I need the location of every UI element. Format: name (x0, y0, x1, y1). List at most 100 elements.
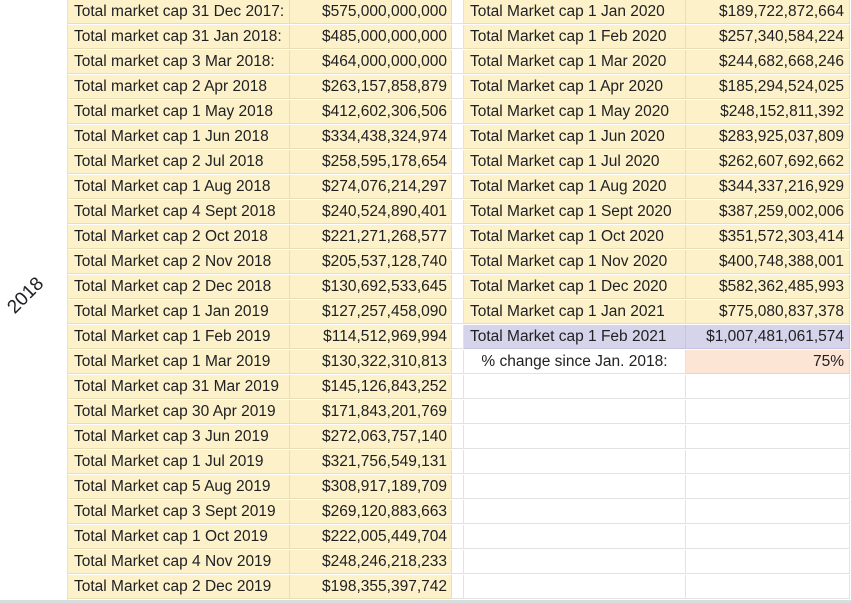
right-market-cap-cell[interactable]: $244,682,668,246 (686, 50, 850, 74)
left-date-label-cell[interactable]: Total Market cap 1 Jan 2019 (68, 300, 290, 324)
left-date-label-cell[interactable]: Total Market cap 2 Dec 2019 (68, 575, 290, 599)
empty-cell[interactable] (686, 450, 850, 474)
right-date-label-cell[interactable]: Total Market cap 1 Apr 2020 (464, 75, 686, 99)
left-date-label-cell[interactable]: Total Market cap 1 Oct 2019 (68, 525, 290, 549)
empty-cell[interactable] (464, 525, 686, 549)
spacer-cell[interactable] (452, 400, 464, 424)
left-date-label-cell[interactable]: Total Market cap 3 Jun 2019 (68, 425, 290, 449)
spacer-cell[interactable] (452, 200, 464, 224)
empty-cell[interactable] (464, 375, 686, 399)
spacer-cell[interactable] (452, 350, 464, 374)
spacer-cell[interactable] (452, 0, 464, 24)
spacer-cell[interactable] (452, 100, 464, 124)
right-market-cap-cell[interactable]: $262,607,692,662 (686, 150, 850, 174)
empty-cell[interactable] (686, 500, 850, 524)
empty-cell[interactable] (464, 400, 686, 424)
right-market-cap-cell[interactable]: $185,294,524,025 (686, 75, 850, 99)
left-market-cap-cell[interactable]: $272,063,757,140 (290, 425, 452, 449)
left-date-label-cell[interactable]: Total Market cap 2 Dec 2018 (68, 275, 290, 299)
left-market-cap-cell[interactable]: $575,000,000,000 (290, 0, 452, 24)
spacer-cell[interactable] (452, 225, 464, 249)
empty-cell[interactable] (686, 425, 850, 449)
spacer-cell[interactable] (452, 500, 464, 524)
spacer-cell[interactable] (452, 75, 464, 99)
empty-cell[interactable] (464, 500, 686, 524)
left-market-cap-cell[interactable]: $130,692,533,645 (290, 275, 452, 299)
left-market-cap-cell[interactable]: $145,126,843,252 (290, 375, 452, 399)
left-market-cap-cell[interactable]: $308,917,189,709 (290, 475, 452, 499)
right-date-label-cell[interactable]: Total Market cap 1 Oct 2020 (464, 225, 686, 249)
left-date-label-cell[interactable]: Total Market cap 4 Nov 2019 (68, 550, 290, 574)
right-date-label-cell[interactable]: Total Market cap 1 Jan 2020 (464, 0, 686, 24)
left-date-label-cell[interactable]: Total Market cap 31 Mar 2019 (68, 375, 290, 399)
left-market-cap-cell[interactable]: $114,512,969,994 (290, 325, 452, 349)
right-date-label-cell[interactable]: Total Market cap 1 Nov 2020 (464, 250, 686, 274)
right-date-label-cell[interactable]: Total Market cap 1 Feb 2021 (464, 325, 686, 349)
right-market-cap-cell[interactable]: $257,340,584,224 (686, 25, 850, 49)
left-market-cap-cell[interactable]: $198,355,397,742 (290, 575, 452, 599)
empty-cell[interactable] (686, 475, 850, 499)
right-date-label-cell[interactable]: Total Market cap 1 May 2020 (464, 100, 686, 124)
left-date-label-cell[interactable]: Total Market cap 2 Nov 2018 (68, 250, 290, 274)
spacer-cell[interactable] (452, 175, 464, 199)
right-date-label-cell[interactable]: Total Market cap 1 Jul 2020 (464, 150, 686, 174)
left-market-cap-cell[interactable]: $321,756,549,131 (290, 450, 452, 474)
left-market-cap-cell[interactable]: $334,438,324,974 (290, 125, 452, 149)
right-market-cap-cell[interactable]: $582,362,485,993 (686, 275, 850, 299)
spacer-cell[interactable] (452, 50, 464, 74)
spacer-cell[interactable] (452, 125, 464, 149)
left-date-label-cell[interactable]: Total Market cap 1 Jul 2019 (68, 450, 290, 474)
right-date-label-cell[interactable]: Total Market cap 1 Sept 2020 (464, 200, 686, 224)
right-date-label-cell[interactable]: Total Market cap 1 Jun 2020 (464, 125, 686, 149)
left-market-cap-cell[interactable]: $258,595,178,654 (290, 150, 452, 174)
left-market-cap-cell[interactable]: $127,257,458,090 (290, 300, 452, 324)
spacer-cell[interactable] (452, 150, 464, 174)
empty-cell[interactable] (464, 425, 686, 449)
right-market-cap-cell[interactable]: $400,748,388,001 (686, 250, 850, 274)
left-market-cap-cell[interactable]: $412,602,306,506 (290, 100, 452, 124)
left-market-cap-cell[interactable]: $221,271,268,577 (290, 225, 452, 249)
spacer-cell[interactable] (452, 550, 464, 574)
left-market-cap-cell[interactable]: $269,120,883,663 (290, 500, 452, 524)
empty-cell[interactable] (686, 525, 850, 549)
left-market-cap-cell[interactable]: $171,843,201,769 (290, 400, 452, 424)
left-market-cap-cell[interactable]: $205,537,128,740 (290, 250, 452, 274)
right-market-cap-cell[interactable]: $1,007,481,061,574 (686, 325, 850, 349)
left-date-label-cell[interactable]: Total Market cap 4 Sept 2018 (68, 200, 290, 224)
empty-cell[interactable] (464, 450, 686, 474)
left-date-label-cell[interactable]: Total Market cap 1 Mar 2019 (68, 350, 290, 374)
right-market-cap-cell[interactable]: $189,722,872,664 (686, 0, 850, 24)
spacer-cell[interactable] (452, 300, 464, 324)
spacer-cell[interactable] (452, 425, 464, 449)
right-market-cap-cell[interactable]: $283,925,037,809 (686, 125, 850, 149)
empty-cell[interactable] (464, 550, 686, 574)
left-date-label-cell[interactable]: Total market cap 1 May 2018 (68, 100, 290, 124)
empty-cell[interactable] (686, 400, 850, 424)
spacer-cell[interactable] (452, 250, 464, 274)
percent-change-value-cell[interactable]: 75% (686, 350, 850, 374)
empty-cell[interactable] (464, 575, 686, 599)
spacer-cell[interactable] (452, 525, 464, 549)
left-market-cap-cell[interactable]: $263,157,858,879 (290, 75, 452, 99)
percent-change-label-cell[interactable]: % change since Jan. 2018: (464, 350, 686, 374)
left-market-cap-cell[interactable]: $130,322,310,813 (290, 350, 452, 374)
right-market-cap-cell[interactable]: $344,337,216,929 (686, 175, 850, 199)
left-date-label-cell[interactable]: Total market cap 2 Apr 2018 (68, 75, 290, 99)
right-date-label-cell[interactable]: Total Market cap 1 Dec 2020 (464, 275, 686, 299)
empty-cell[interactable] (686, 575, 850, 599)
left-date-label-cell[interactable]: Total market cap 31 Dec 2017: (68, 0, 290, 24)
right-date-label-cell[interactable]: Total Market cap 1 Feb 2020 (464, 25, 686, 49)
left-market-cap-cell[interactable]: $222,005,449,704 (290, 525, 452, 549)
right-market-cap-cell[interactable]: $351,572,303,414 (686, 225, 850, 249)
left-date-label-cell[interactable]: Total Market cap 1 Jun 2018 (68, 125, 290, 149)
spacer-cell[interactable] (452, 575, 464, 599)
right-market-cap-cell[interactable]: $775,080,837,378 (686, 300, 850, 324)
right-market-cap-cell[interactable]: $248,152,811,392 (686, 100, 850, 124)
left-date-label-cell[interactable]: Total Market cap 1 Aug 2018 (68, 175, 290, 199)
spacer-cell[interactable] (452, 450, 464, 474)
left-date-label-cell[interactable]: Total Market cap 1 Feb 2019 (68, 325, 290, 349)
left-market-cap-cell[interactable]: $248,246,218,233 (290, 550, 452, 574)
left-date-label-cell[interactable]: Total market cap 31 Jan 2018: (68, 25, 290, 49)
right-date-label-cell[interactable]: Total Market cap 1 Mar 2020 (464, 50, 686, 74)
spacer-cell[interactable] (452, 275, 464, 299)
